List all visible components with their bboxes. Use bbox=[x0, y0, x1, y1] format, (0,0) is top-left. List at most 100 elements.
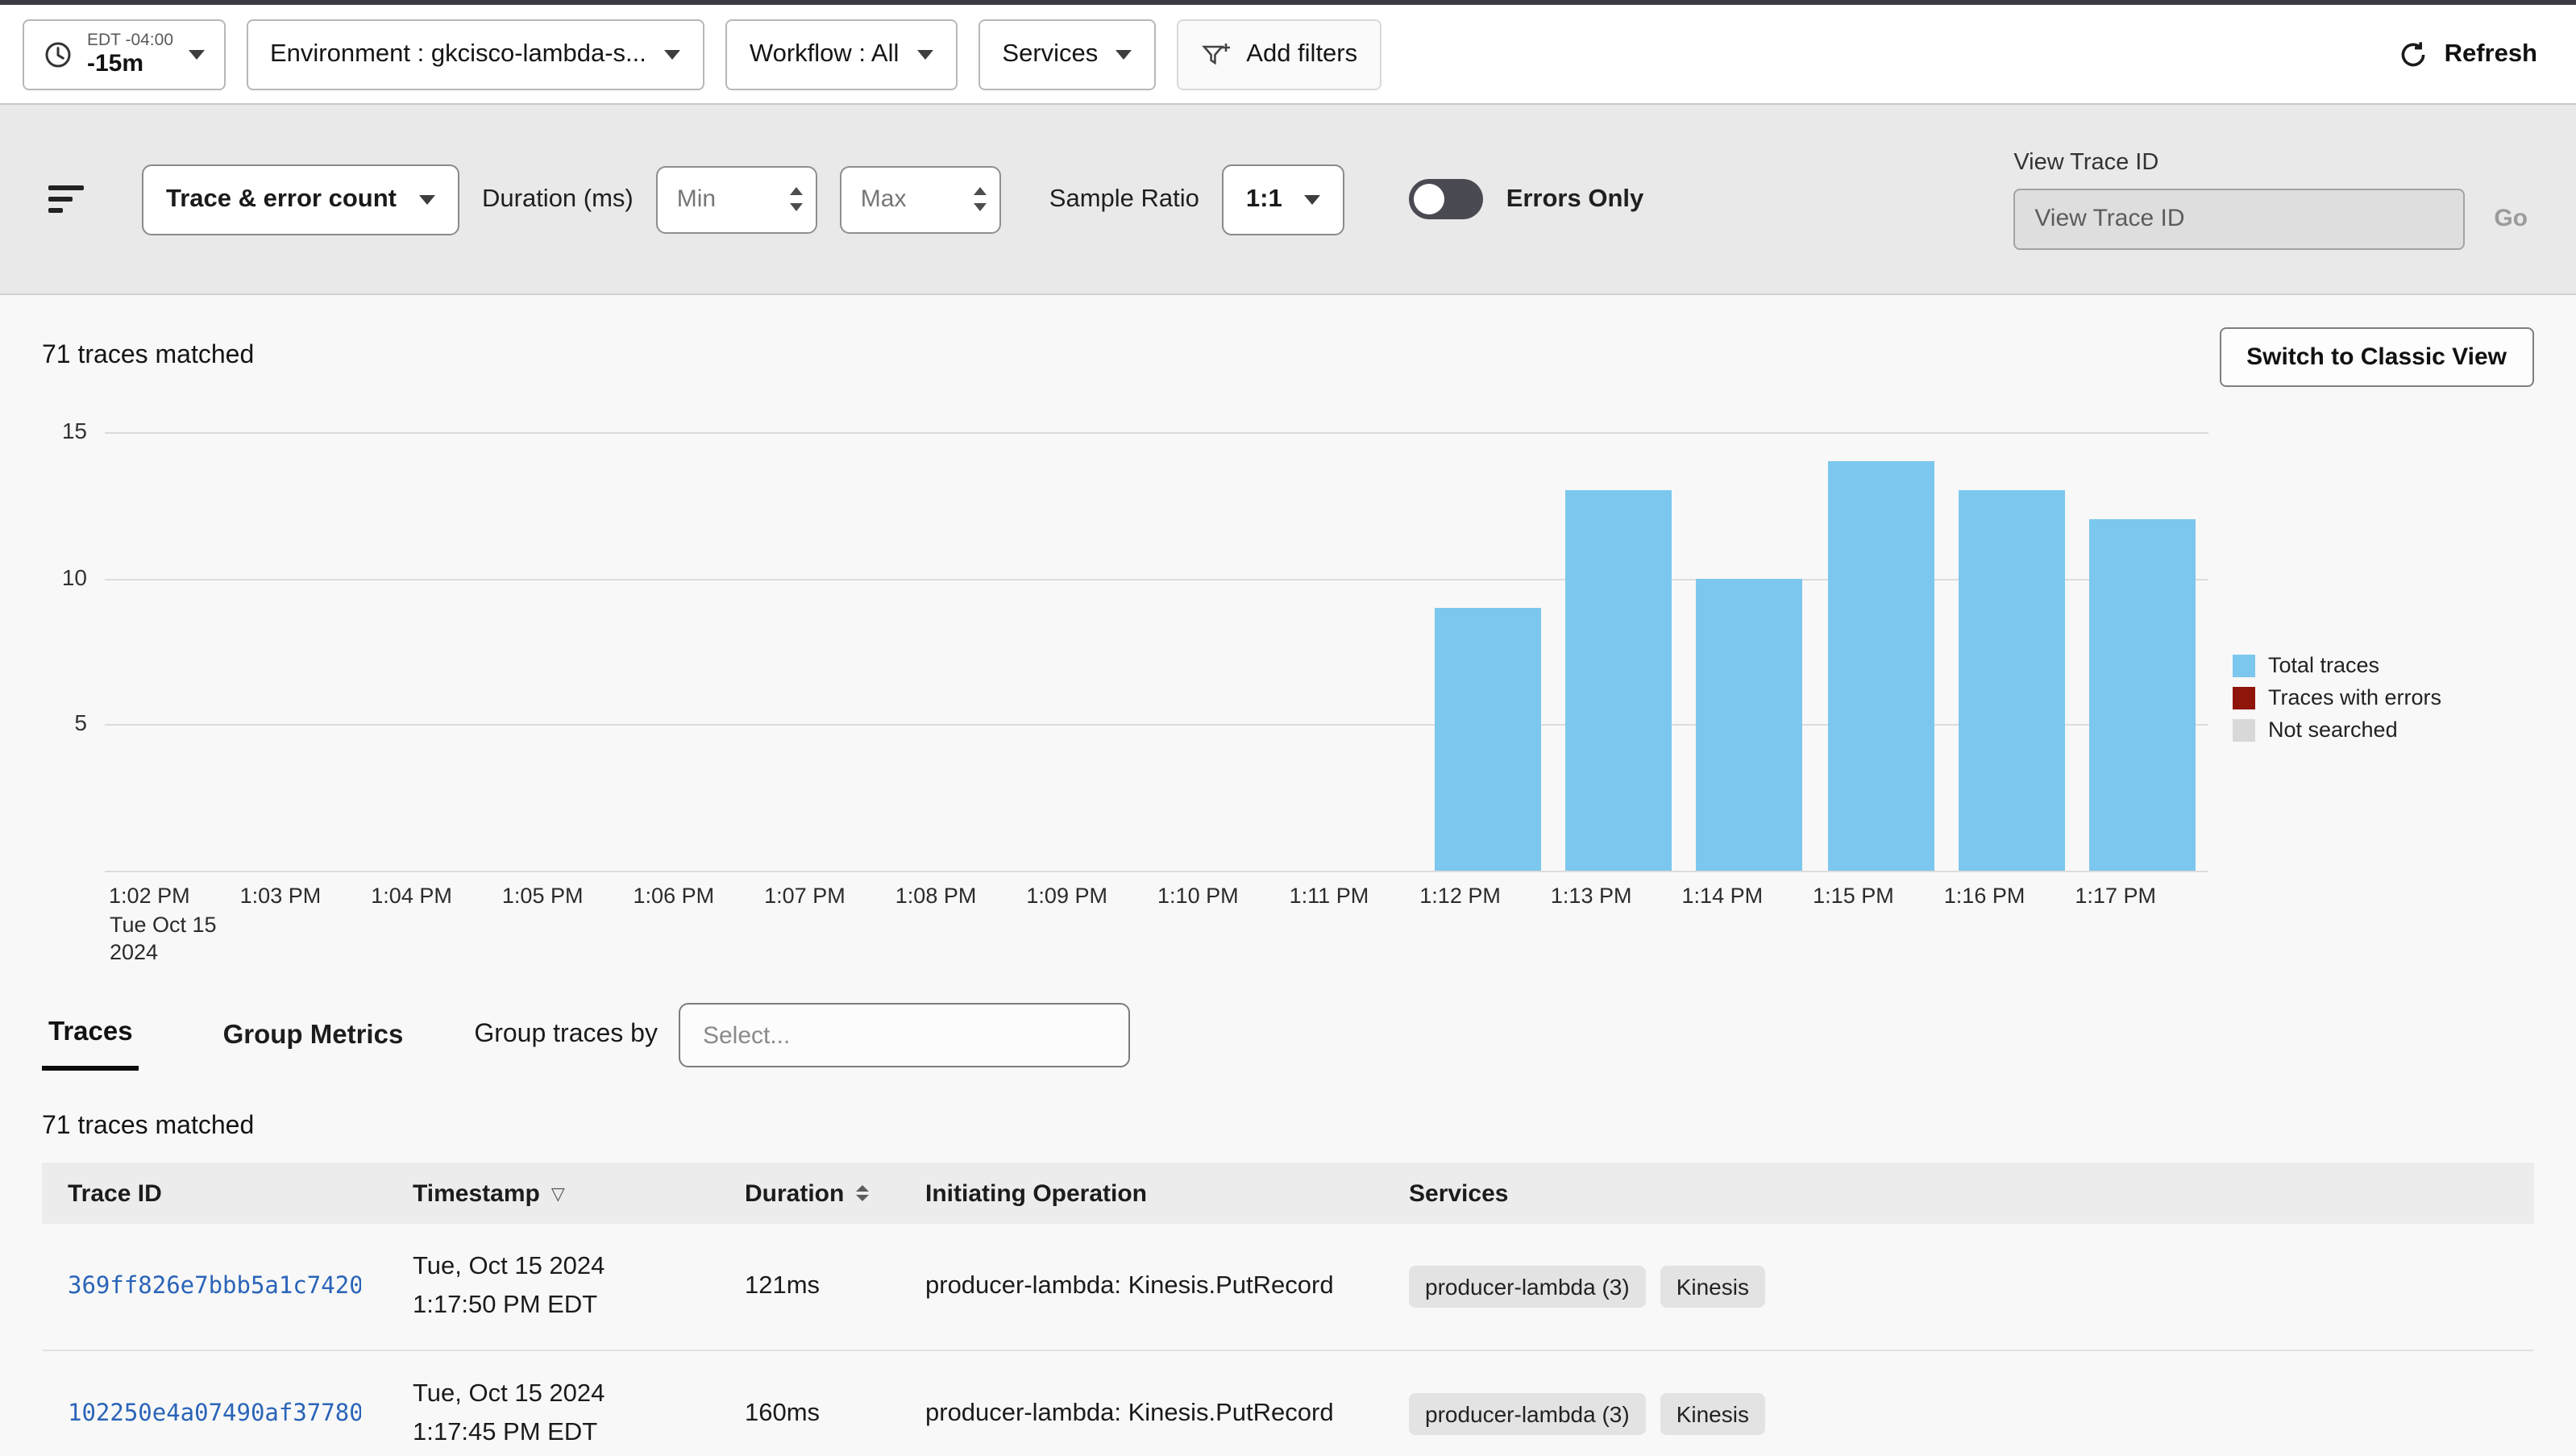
y-axis-label: 10 bbox=[0, 564, 87, 589]
sort-desc-icon[interactable]: ▽ bbox=[551, 1183, 565, 1204]
duration-cell: 160ms bbox=[719, 1400, 900, 1429]
workflow-dropdown-label: Workflow : All bbox=[750, 40, 900, 69]
add-filters-label: Add filters bbox=[1246, 40, 1357, 69]
environment-dropdown[interactable]: Environment : gkcisco-lambda-s... bbox=[246, 19, 704, 89]
workflow-dropdown[interactable]: Workflow : All bbox=[725, 19, 958, 89]
x-axis-label: 1:15 PM bbox=[1787, 884, 1919, 908]
step-down-icon[interactable] bbox=[790, 203, 803, 211]
duration-label: Duration (ms) bbox=[482, 185, 634, 214]
chart-bar[interactable] bbox=[2090, 520, 2196, 871]
trace-id-link[interactable]: 369ff826e7bbb5a1c7420 bbox=[68, 1274, 361, 1300]
x-axis-label: 1:09 PM bbox=[1001, 884, 1133, 908]
group-by-select[interactable]: Select... bbox=[679, 1003, 1130, 1067]
trace-id-cell: 102250e4a07490af37780 bbox=[42, 1401, 387, 1427]
sample-ratio-label: Sample Ratio bbox=[1049, 185, 1199, 214]
legend-item: Not searched bbox=[2233, 718, 2441, 742]
tab-group-metrics[interactable]: Group Metrics bbox=[217, 1002, 410, 1068]
step-up-icon[interactable] bbox=[790, 187, 803, 195]
stepper-icons[interactable] bbox=[790, 187, 803, 211]
timestamp-line: 1:17:50 PM EDT bbox=[413, 1287, 693, 1325]
chart-legend: Total tracesTraces with errorsNot search… bbox=[2233, 653, 2441, 742]
add-filters-button[interactable]: Add filters bbox=[1177, 19, 1381, 89]
operation-cell: producer-lambda: Kinesis.PutRecord bbox=[900, 1272, 1383, 1301]
x-axis-label: 1:12 PM bbox=[1394, 884, 1527, 908]
min-input[interactable] bbox=[664, 185, 767, 213]
step-down-icon[interactable] bbox=[974, 203, 987, 211]
go-button[interactable]: Go bbox=[2494, 205, 2528, 232]
timestamp-cell: Tue, Oct 15 20241:17:45 PM EDT bbox=[387, 1375, 719, 1453]
sort-icon[interactable] bbox=[855, 1185, 868, 1201]
legend-label: Total traces bbox=[2268, 653, 2379, 677]
duration-max-field[interactable] bbox=[840, 165, 1001, 233]
x-axis-label: 1:16 PM bbox=[1918, 884, 2050, 908]
tabs-row: Traces Group Metrics Group traces by Sel… bbox=[0, 996, 2576, 1074]
chart-controls-bar: Trace & error count Duration (ms) Sample… bbox=[0, 105, 2576, 295]
x-axis-label: 1:13 PM bbox=[1525, 884, 1657, 908]
time-range-value: -15m bbox=[87, 50, 173, 78]
chevron-down-icon bbox=[419, 194, 435, 204]
trace-analyzer-app: EDT -04:00 -15m Environment : gkcisco-la… bbox=[0, 0, 2576, 1456]
refresh-label: Refresh bbox=[2445, 40, 2537, 69]
chevron-down-icon bbox=[1116, 49, 1132, 59]
environment-dropdown-label: Environment : gkcisco-lambda-s... bbox=[270, 40, 646, 69]
x-axis-label: 1:06 PM bbox=[608, 884, 740, 908]
duration-min-field[interactable] bbox=[656, 165, 817, 233]
y-axis-label: 15 bbox=[0, 418, 87, 443]
legend-label: Not searched bbox=[2268, 718, 2398, 742]
operation-cell: producer-lambda: Kinesis.PutRecord bbox=[900, 1400, 1383, 1429]
filter-plus-icon bbox=[1201, 41, 1232, 67]
services-dropdown[interactable]: Services bbox=[978, 19, 1156, 89]
column-header-trace-id: Trace ID bbox=[42, 1179, 387, 1207]
time-range-picker[interactable]: EDT -04:00 -15m bbox=[23, 19, 225, 89]
chevron-down-icon bbox=[188, 49, 204, 59]
chart-type-select[interactable]: Trace & error count bbox=[142, 164, 459, 235]
chart-bar[interactable] bbox=[1435, 608, 1541, 871]
service-badge: producer-lambda (3) bbox=[1409, 1393, 1646, 1435]
x-axis-label: 1:04 PM bbox=[346, 884, 478, 908]
legend-item: Total traces bbox=[2233, 653, 2441, 677]
max-input[interactable] bbox=[848, 185, 951, 213]
duration-cell: 121ms bbox=[719, 1272, 900, 1301]
column-header-duration[interactable]: Duration bbox=[719, 1179, 900, 1207]
refresh-icon bbox=[2399, 40, 2429, 69]
column-header-timestamp[interactable]: Timestamp▽ bbox=[387, 1179, 719, 1207]
global-filter-bar: EDT -04:00 -15m Environment : gkcisco-la… bbox=[0, 5, 2576, 105]
table-body: 369ff826e7bbb5a1c7420 Tue, Oct 15 20241:1… bbox=[42, 1224, 2534, 1456]
sample-ratio-select[interactable]: 1:1 bbox=[1222, 164, 1345, 235]
table-header-row: Trace IDTimestamp▽DurationInitiating Ope… bbox=[42, 1163, 2534, 1224]
legend-swatch bbox=[2233, 686, 2255, 709]
service-badge: producer-lambda (3) bbox=[1409, 1266, 1646, 1308]
clock-icon bbox=[44, 40, 73, 69]
chart-bar[interactable] bbox=[1959, 491, 2065, 871]
refresh-button[interactable]: Refresh bbox=[2399, 40, 2537, 69]
x-axis-date-line1: Tue Oct 15 bbox=[110, 911, 217, 938]
main-content: 71 traces matched Switch to Classic View… bbox=[0, 295, 2576, 1456]
timestamp-cell: Tue, Oct 15 20241:17:50 PM EDT bbox=[387, 1248, 719, 1325]
timezone-label: EDT -04:00 bbox=[87, 31, 173, 50]
tab-traces[interactable]: Traces bbox=[42, 1000, 139, 1071]
view-trace-id-input[interactable] bbox=[2013, 188, 2465, 249]
traces-matched-count: 71 traces matched bbox=[42, 342, 254, 371]
x-axis-label: 1:08 PM bbox=[870, 884, 1002, 908]
x-axis-date-line2: 2024 bbox=[110, 938, 217, 966]
chart-bar[interactable] bbox=[1827, 461, 1934, 871]
trace-id-link[interactable]: 102250e4a07490af37780 bbox=[68, 1401, 361, 1427]
step-up-icon[interactable] bbox=[974, 187, 987, 195]
gridline bbox=[105, 871, 2208, 872]
service-badge: Kinesis bbox=[1660, 1393, 1765, 1435]
x-axis-label: 1:03 PM bbox=[214, 884, 347, 908]
column-header-services: Services bbox=[1383, 1179, 2534, 1207]
toggle-knob bbox=[1415, 184, 1445, 214]
timestamp-line: 1:17:45 PM EDT bbox=[413, 1414, 693, 1453]
gridline bbox=[105, 432, 2208, 434]
chevron-down-icon bbox=[1305, 194, 1321, 204]
switch-classic-view-button[interactable]: Switch to Classic View bbox=[2219, 327, 2534, 386]
stepper-icons[interactable] bbox=[974, 187, 987, 211]
column-header-initiating-operation: Initiating Operation bbox=[900, 1179, 1383, 1207]
chart-bar[interactable] bbox=[1697, 578, 1803, 871]
legend-swatch bbox=[2233, 654, 2255, 676]
errors-only-toggle[interactable] bbox=[1410, 179, 1484, 219]
chart-bar[interactable] bbox=[1565, 491, 1672, 871]
chart-options-icon[interactable] bbox=[48, 185, 84, 213]
traces-table: Trace IDTimestamp▽DurationInitiating Ope… bbox=[42, 1163, 2534, 1456]
